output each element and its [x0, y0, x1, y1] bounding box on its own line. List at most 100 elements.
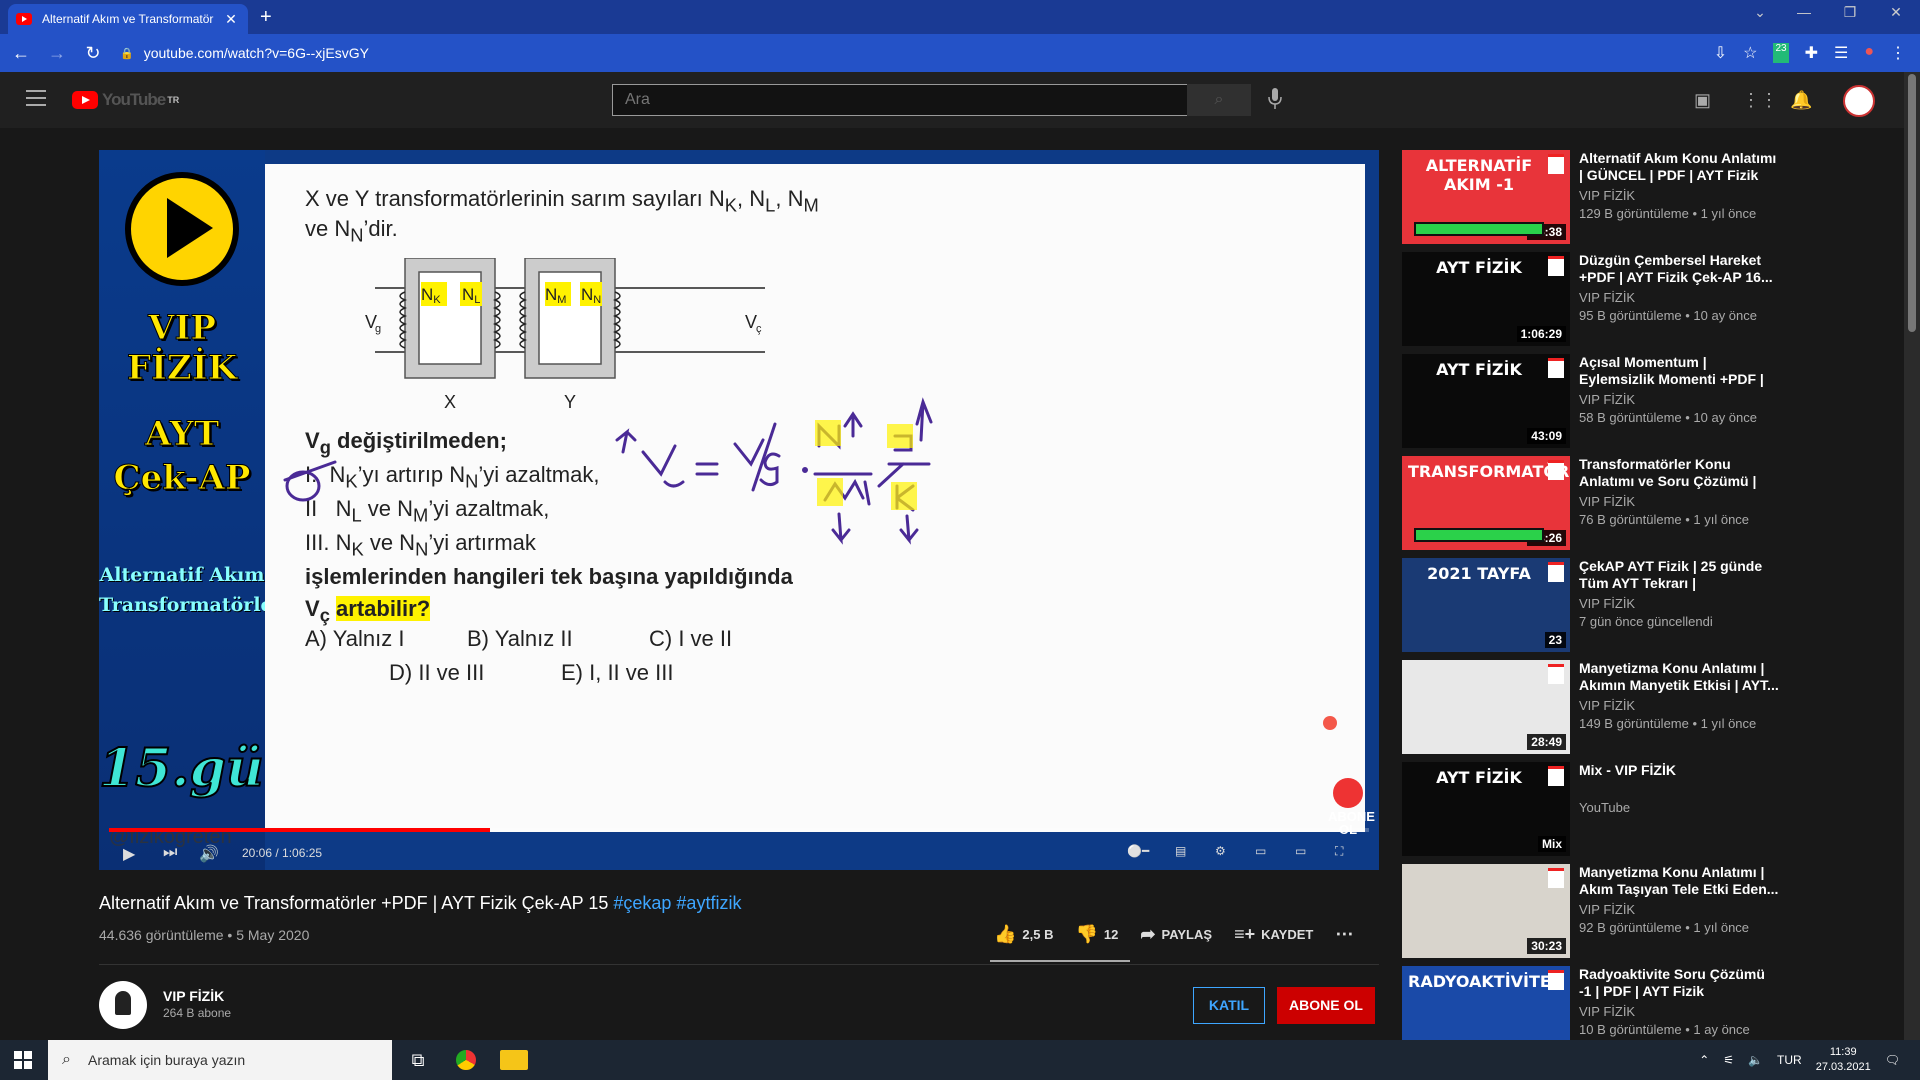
reload-icon[interactable]: ↻ — [78, 43, 108, 64]
reading-list-icon[interactable]: ☰ — [1834, 43, 1848, 63]
scrollbar-thumb[interactable] — [1908, 74, 1916, 332]
recommendation-thumbnail[interactable]: TRANSFORMATÖRLER28:26 — [1402, 456, 1570, 550]
recommendation-item[interactable]: ALTERNATİF AKIM -1 36:38 Alternatif Akım K… — [1402, 150, 1776, 244]
bookmark-star-icon[interactable]: ☆ — [1743, 43, 1757, 63]
taskbar-search[interactable]: ⌕ Aramak için buraya yazın — [48, 1040, 392, 1080]
recommendation-channel[interactable]: VIP FİZİK — [1579, 902, 1635, 917]
recommendation-channel[interactable]: VIP FİZİK — [1579, 596, 1635, 611]
more-actions-button[interactable]: ⋯ — [1335, 924, 1353, 945]
recommendation-item[interactable]: AYT FİZİK Mix Mix - VIP FİZİK YouTube — [1402, 762, 1772, 856]
recommendation-thumbnail[interactable]: AYT FİZİK Mix — [1402, 762, 1570, 856]
hashtag-aytfizik[interactable]: #aytfizik — [676, 893, 741, 913]
recommendation-item[interactable]: AYT FİZİK 1:06:29 Düzgün Çembersel Hareket… — [1402, 252, 1773, 346]
like-button[interactable]: 👍 2,5 B — [994, 924, 1054, 945]
recommendation-title[interactable]: Radyoaktivite Soru Çözümü -1 | PDF | AYT… — [1579, 966, 1779, 1000]
speaker-icon[interactable]: 🔈 — [1748, 1053, 1763, 1067]
abone-watermark[interactable]: ABONE OL — [1328, 778, 1375, 836]
language-indicator[interactable]: TUR — [1777, 1053, 1802, 1067]
microphone-icon[interactable] — [1268, 88, 1282, 110]
restore-button[interactable]: ❐ — [1830, 4, 1870, 21]
notifications-bell-icon[interactable]: 🔔 — [1790, 90, 1812, 111]
next-icon[interactable]: ⏭ — [163, 844, 177, 862]
recommendation-title[interactable]: Mix - VIP FİZİK — [1579, 762, 1779, 779]
clock[interactable]: 11:39 27.03.2021 — [1816, 1045, 1871, 1075]
recommendation-item[interactable]: 2021 TAYFA 23 ÇekAP AYT Fizik | 25 günde T… — [1402, 558, 1772, 652]
hashtag-cekap[interactable]: #çekap — [613, 893, 671, 913]
hamburger-menu-icon[interactable] — [26, 90, 46, 111]
recommendation-channel[interactable]: VIP FİZİK — [1579, 698, 1635, 713]
recommendation-channel[interactable]: VIP FİZİK — [1579, 188, 1635, 203]
menu-kebab-icon[interactable]: ⋮ — [1890, 43, 1906, 63]
close-tab-icon[interactable]: ✕ — [222, 11, 240, 28]
minimize-button[interactable]: — — [1784, 4, 1824, 20]
recommendation-thumbnail[interactable]: ALTERNATİF AKIM -1 36:38 — [1402, 150, 1570, 244]
fullscreen-icon[interactable]: ⛶ — [1335, 844, 1343, 859]
back-arrow-icon[interactable]: ← — [6, 43, 36, 64]
recommendation-channel[interactable]: YouTube — [1579, 800, 1630, 815]
file-explorer-icon[interactable] — [500, 1050, 528, 1070]
recommendation-item[interactable]: AYT FİZİK 43:09 Açısal Momentum | Eylemsiz… — [1402, 354, 1772, 448]
recommendation-item[interactable]: 30:23 Manyetizma Konu Anlatımı | Akım Taş… — [1402, 864, 1778, 958]
new-tab-button[interactable]: + — [260, 6, 272, 29]
notification-center-icon[interactable]: 🗨 — [1885, 1053, 1900, 1067]
recommendation-channel[interactable]: VIP FİZİK — [1579, 392, 1635, 407]
account-avatar[interactable] — [1843, 85, 1875, 117]
settings-gear-icon[interactable]: ⚙ — [1215, 844, 1226, 858]
recommendation-channel[interactable]: VIP FİZİK — [1579, 1004, 1635, 1019]
channel-avatar[interactable] — [99, 981, 147, 1029]
apps-grid-icon[interactable]: ⋮⋮ — [1742, 90, 1778, 111]
recommendation-title[interactable]: Açısal Momentum | Eylemsizlik Momenti +P… — [1579, 354, 1779, 388]
recommendation-channel[interactable]: VIP FİZİK — [1579, 290, 1635, 305]
tray-expand-icon[interactable]: ⌃ — [1699, 1053, 1709, 1067]
share-button[interactable]: ➦ PAYLAŞ — [1140, 924, 1212, 945]
channel-name[interactable]: VIP FİZİK — [163, 988, 224, 1004]
install-icon[interactable]: ⇩ — [1714, 43, 1727, 63]
recommendation-item[interactable]: TRANSFORMATÖRLER28:26Transformatörler Ko… — [1402, 456, 1772, 550]
recommendation-title[interactable]: Manyetizma Konu Anlatımı | Akımın Manyet… — [1579, 660, 1779, 694]
forward-arrow-icon[interactable]: → — [42, 43, 72, 64]
windows-start-icon[interactable] — [14, 1051, 32, 1069]
task-view-icon[interactable]: ⧉ — [404, 1046, 432, 1074]
recommendation-thumbnail[interactable]: 28:49 — [1402, 660, 1570, 754]
recommendation-item[interactable]: 28:49 Manyetizma Konu Anlatımı | Akımın M… — [1402, 660, 1779, 754]
profile-dropdown-icon[interactable]: ⌄ — [1740, 4, 1780, 21]
theater-mode-icon[interactable]: ▭ — [1295, 844, 1306, 858]
progress-bar[interactable] — [109, 828, 1369, 832]
recommendation-title[interactable]: Alternatif Akım Konu Anlatımı | GÜNCEL |… — [1579, 150, 1779, 184]
recommendation-thumbnail[interactable]: AYT FİZİK 43:09 — [1402, 354, 1570, 448]
progress-played — [109, 828, 490, 832]
miniplayer-icon[interactable]: ▭ — [1255, 844, 1266, 858]
close-window-button[interactable]: ✕ — [1876, 4, 1916, 21]
save-button[interactable]: ≡+ KAYDET — [1234, 924, 1313, 945]
page-scrollbar[interactable] — [1904, 72, 1920, 1040]
video-player[interactable]: VIP FİZİK AYT Çek-AP Alternatif Akım Trans… — [98, 150, 1379, 870]
network-icon[interactable]: ⚟ — [1723, 1053, 1734, 1067]
recommendation-title[interactable]: ÇekAP AYT Fizik | 25 günde Tüm AYT Tekra… — [1579, 558, 1779, 592]
browser-tab[interactable]: Alternatif Akım ve Transformatör ✕ — [8, 4, 248, 34]
recommendation-title[interactable]: Manyetizma Konu Anlatımı | Akım Taşıyan … — [1579, 864, 1779, 898]
subtitles-icon[interactable]: ▤ — [1175, 844, 1186, 858]
recommendation-title[interactable]: Düzgün Çembersel Hareket +PDF | AYT Fizi… — [1579, 252, 1779, 286]
search-button[interactable]: ⌕ — [1187, 84, 1251, 116]
search-input[interactable] — [612, 84, 1188, 116]
subscribe-button[interactable]: ABONE OL — [1277, 987, 1375, 1024]
recommendation-thumbnail[interactable]: 2021 TAYFA 23 — [1402, 558, 1570, 652]
autoplay-toggle[interactable]: ⚪━ — [1127, 844, 1149, 858]
recommendation-title[interactable]: Transformatörler Konu Anlatımı ve Soru Ç… — [1579, 456, 1779, 490]
recommendation-channel[interactable]: VIP FİZİK — [1579, 494, 1635, 509]
lock-icon[interactable]: 🔒 — [120, 47, 134, 60]
youtube-logo[interactable]: YouTube TR — [72, 90, 179, 110]
create-video-icon[interactable]: ▣ — [1694, 90, 1711, 111]
url-field[interactable]: 🔒 youtube.com/watch?v=6G--xjEsvGY — [120, 39, 1680, 67]
chrome-icon[interactable] — [452, 1046, 480, 1074]
play-icon[interactable]: ▶ — [123, 844, 135, 864]
profile-avatar-icon[interactable]: ● — [1864, 43, 1874, 63]
recommendation-meta: 7 gün önce güncellendi — [1579, 614, 1713, 629]
dislike-button[interactable]: 👎 12 — [1076, 924, 1119, 945]
join-button[interactable]: KATIL — [1193, 987, 1265, 1024]
recommendation-thumbnail[interactable]: 30:23 — [1402, 864, 1570, 958]
extensions-puzzle-icon[interactable]: ✚ — [1805, 43, 1818, 63]
recommendation-thumbnail[interactable]: AYT FİZİK 1:06:29 — [1402, 252, 1570, 346]
extension-badge-icon[interactable]: 23 — [1773, 43, 1789, 63]
volume-icon[interactable]: 🔊 — [199, 844, 219, 864]
